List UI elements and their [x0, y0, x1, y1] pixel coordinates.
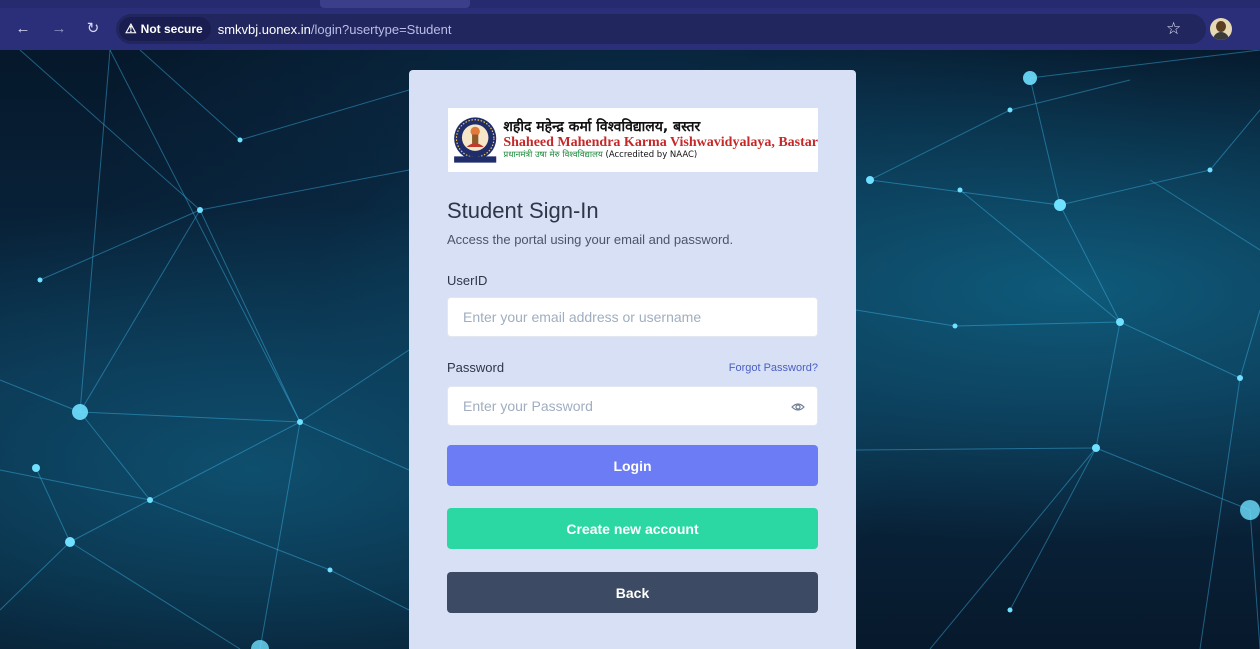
password-label: Password: [447, 360, 505, 375]
forward-arrow-icon[interactable]: →: [50, 20, 68, 38]
university-emblem-icon: [454, 117, 497, 163]
security-chip[interactable]: ⚠ Not secure: [119, 17, 211, 41]
login-card: शहीद महेन्द्र कर्मा विश्वविद्यालय, बस्तर…: [409, 70, 856, 649]
reload-icon[interactable]: ↻: [84, 20, 102, 38]
page-title: Student Sign-In: [447, 198, 599, 223]
address-bar[interactable]: ⚠ Not secure smkvbj.uonex.in/login?usert…: [116, 14, 1206, 44]
userid-field-wrapper: [447, 297, 818, 337]
back-arrow-icon[interactable]: ←: [14, 20, 32, 38]
warning-icon: ⚠: [125, 21, 137, 36]
security-label: Not secure: [140, 22, 203, 36]
url-path: /login?usertype=Student: [310, 21, 452, 37]
university-tagline: प्रधानमंत्री उषा मेरु विश्वविद्यालय (Acc…: [503, 149, 698, 160]
userid-input[interactable]: [448, 298, 817, 336]
url-text[interactable]: smkvbj.uonex.in/login?usertype=Student: [218, 22, 452, 37]
active-tab[interactable]: [320, 0, 470, 8]
tab-strip: [0, 0, 1260, 8]
show-password-eye-icon[interactable]: [791, 400, 805, 414]
university-name-hindi: शहीद महेन्द्र कर्मा विश्वविद्यालय, बस्तर: [503, 118, 701, 135]
page-subtitle: Access the portal using your email and p…: [447, 232, 734, 247]
userid-label: UserID: [447, 273, 488, 288]
forgot-password-link[interactable]: Forgot Password?: [729, 362, 818, 374]
password-input[interactable]: [448, 387, 817, 425]
url-host: smkvbj.uonex.in: [217, 21, 311, 37]
login-button[interactable]: Login: [447, 445, 818, 486]
university-logo-banner: शहीद महेन्द्र कर्मा विश्वविद्यालय, बस्तर…: [448, 108, 818, 172]
profile-avatar[interactable]: [1210, 18, 1232, 40]
bookmark-star-icon[interactable]: ☆: [1166, 19, 1181, 39]
browser-toolbar: ← → ↻ ⚠ Not secure smkvbj.uonex.in/login…: [0, 0, 1260, 50]
password-field-wrapper: [447, 386, 818, 426]
create-account-button[interactable]: Create new account: [447, 508, 818, 549]
university-name-english: Shaheed Mahendra Karma Vishwavidyalaya, …: [503, 135, 818, 151]
back-button[interactable]: Back: [447, 572, 818, 613]
